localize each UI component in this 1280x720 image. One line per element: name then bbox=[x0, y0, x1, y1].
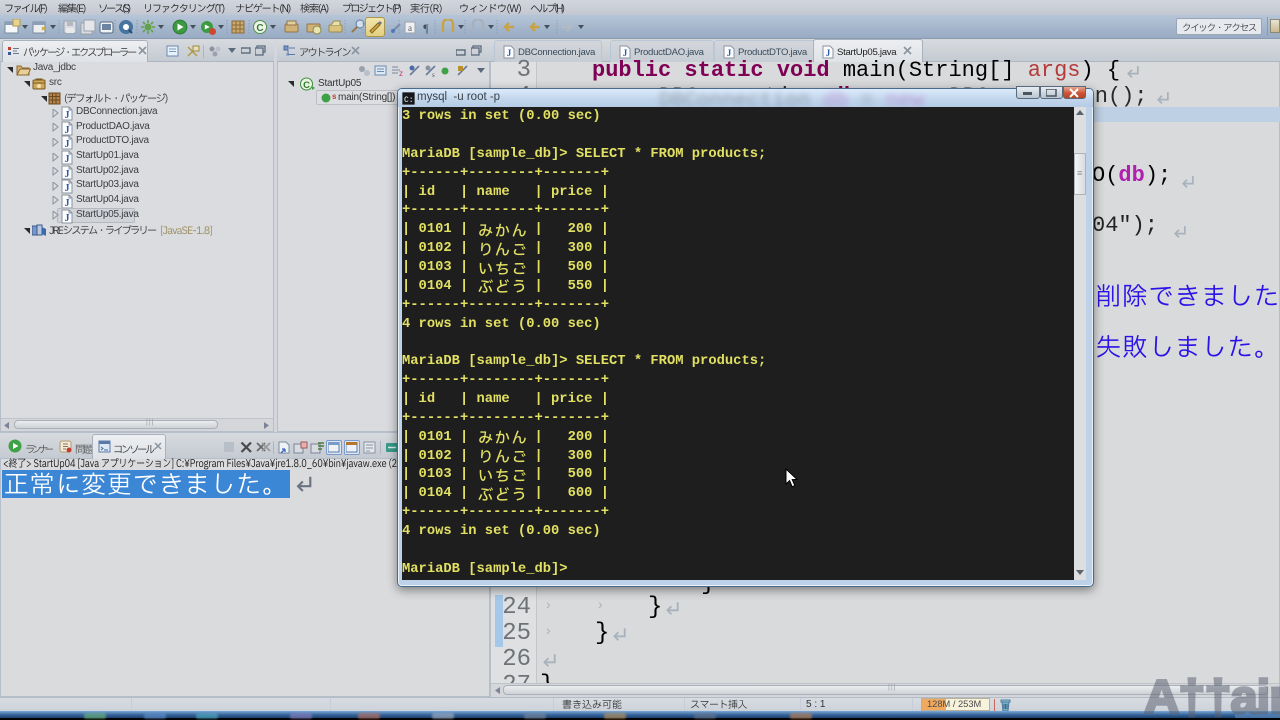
svg-text:J: J bbox=[65, 110, 70, 121]
svg-text:C: C bbox=[256, 23, 263, 34]
svg-text:¶: ¶ bbox=[423, 21, 429, 35]
svg-text:s: s bbox=[432, 71, 435, 78]
svg-text:A††ain: A††ain bbox=[1144, 672, 1280, 720]
svg-text:s: s bbox=[332, 92, 337, 101]
svg-text:C: C bbox=[303, 80, 310, 91]
svg-text:C:: C: bbox=[404, 96, 414, 105]
svg-text:z: z bbox=[399, 69, 403, 78]
svg-text:J: J bbox=[65, 154, 70, 165]
svg-text:J: J bbox=[65, 183, 70, 194]
svg-text:J: J bbox=[65, 125, 70, 136]
svg-text:J: J bbox=[65, 169, 70, 180]
svg-text:J: J bbox=[623, 48, 628, 58]
svg-text:J: J bbox=[65, 139, 70, 150]
svg-text:J: J bbox=[727, 48, 732, 58]
svg-text:J: J bbox=[826, 48, 831, 58]
svg-text:a: a bbox=[408, 23, 412, 33]
